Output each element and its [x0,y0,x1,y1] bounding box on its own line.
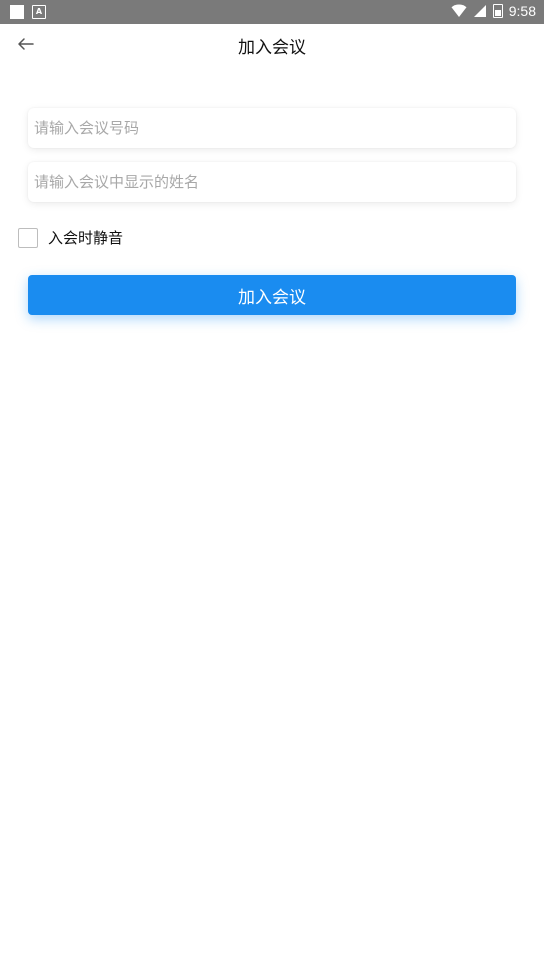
status-bar: A 9:58 [0,0,544,24]
app-bar: 加入会议 [0,24,544,64]
status-left: A [10,5,46,19]
display-name-input[interactable] [28,162,516,202]
signal-icon [473,5,486,17]
mute-on-join-label: 入会时静音 [48,229,124,247]
meeting-id-input[interactable] [28,108,516,148]
display-name-field[interactable] [28,162,516,202]
status-time: 9:58 [508,3,536,19]
mute-on-join-row[interactable]: 入会时静音 [18,227,123,248]
wifi-icon [451,4,467,17]
a-badge-icon: A [32,5,46,19]
page-title: 加入会议 [238,38,306,58]
join-meeting-button[interactable]: 加入会议 [28,275,516,315]
status-right: 9:58 [451,3,536,19]
mute-on-join-checkbox[interactable] [18,227,38,248]
meeting-id-field[interactable] [28,108,516,148]
white-square-icon [10,5,24,19]
battery-icon [492,4,503,18]
